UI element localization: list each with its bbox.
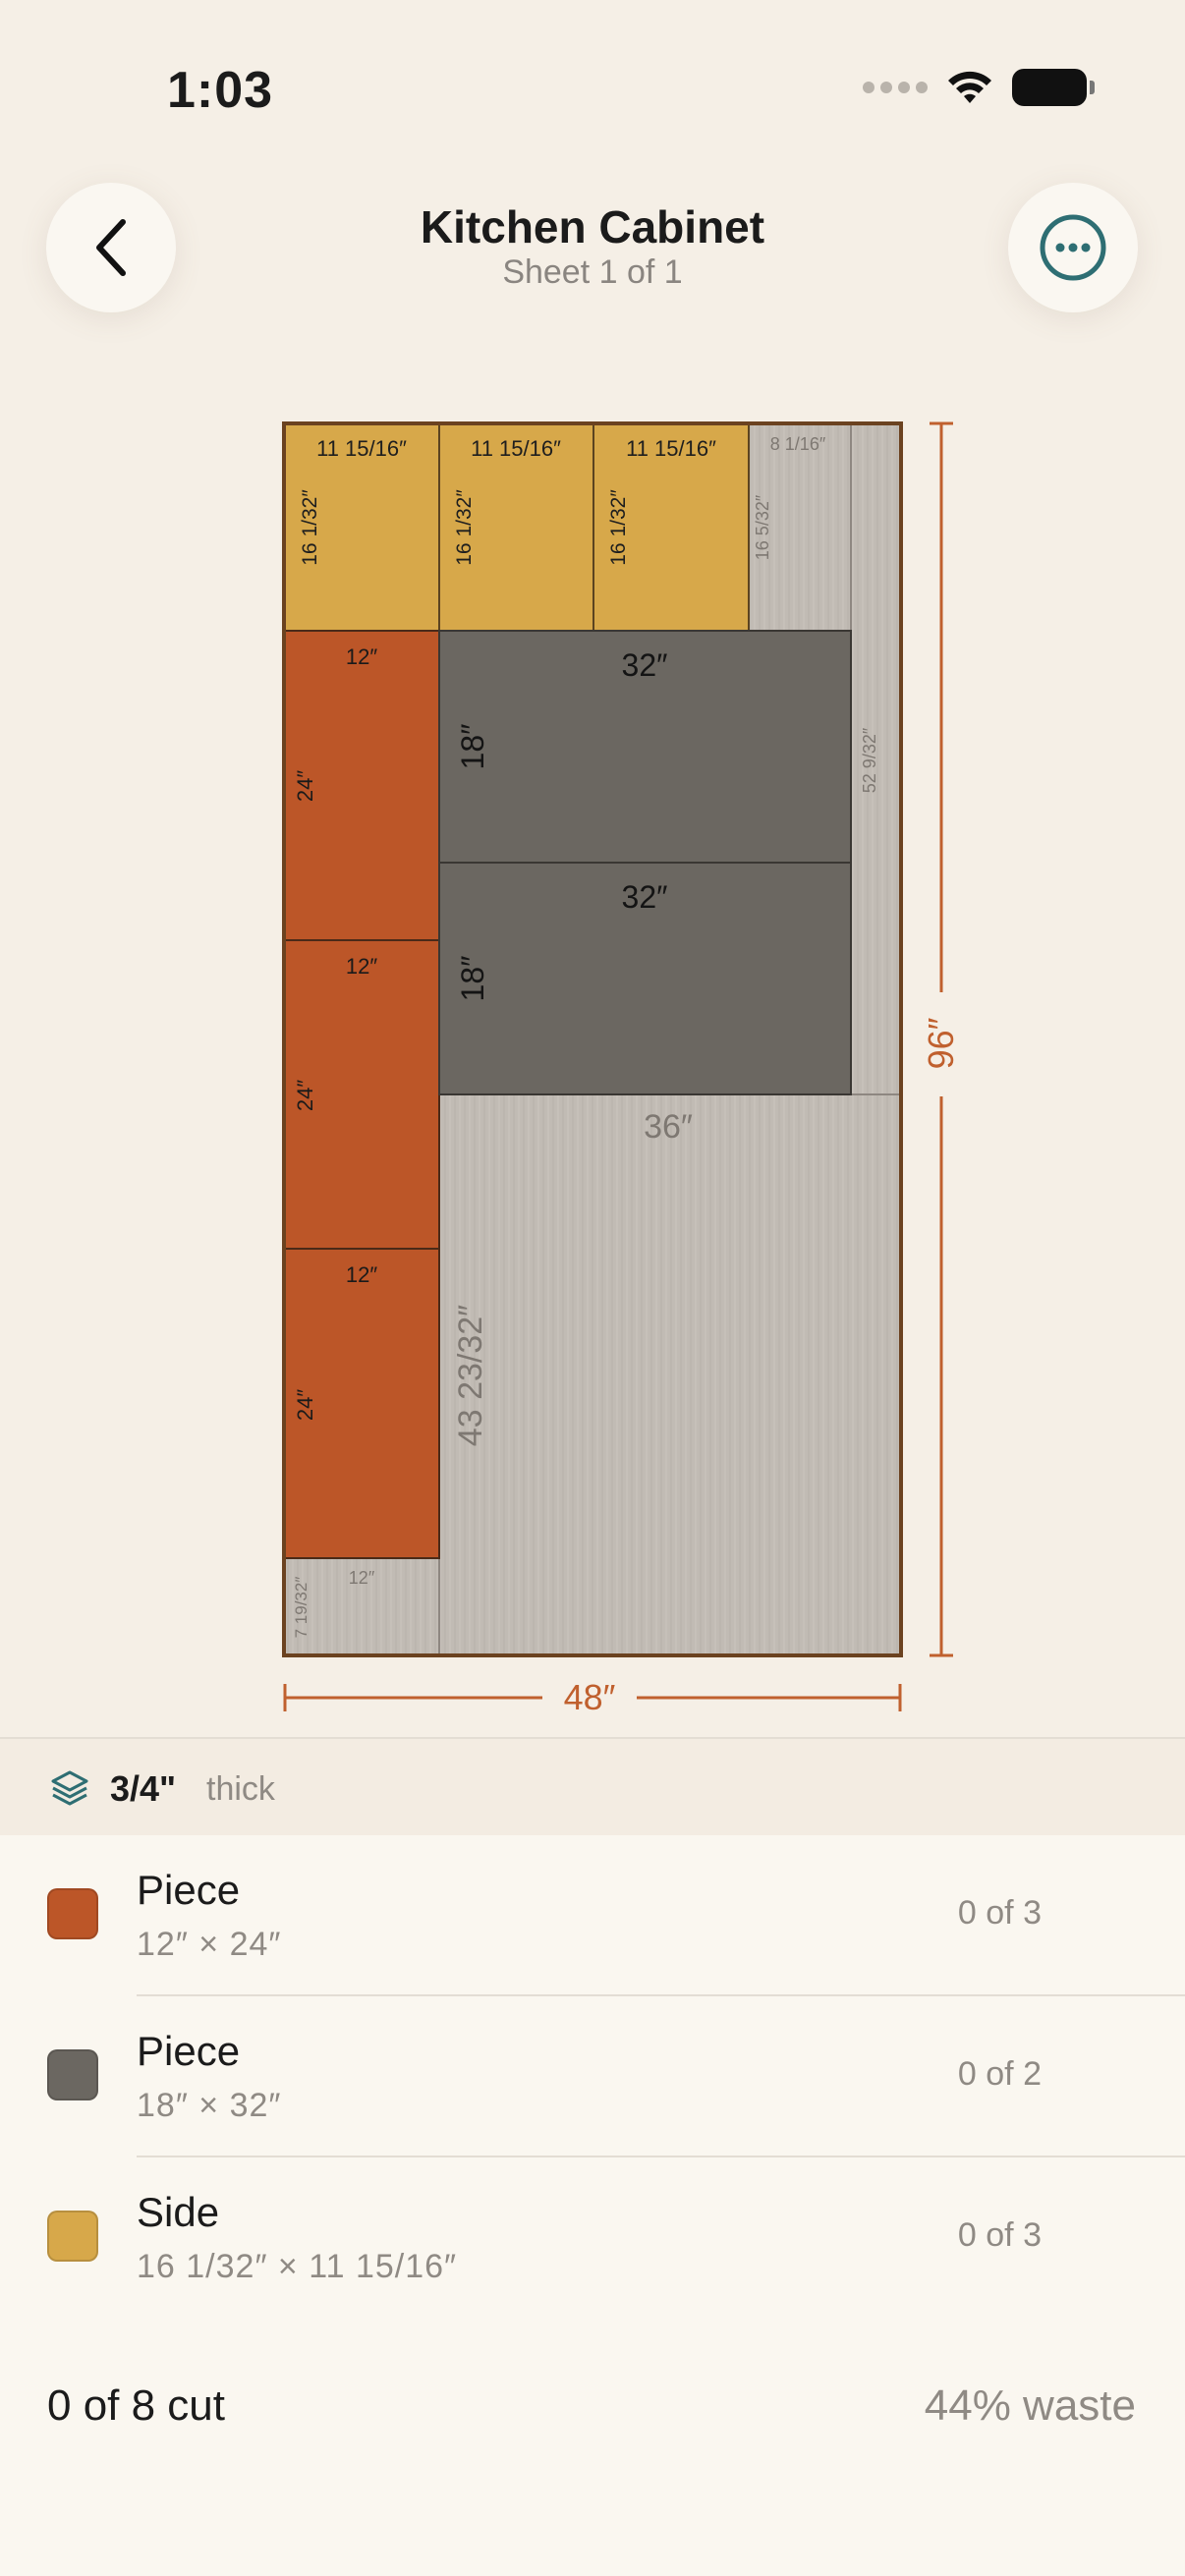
piece-12x24-3-width-label: 12″ xyxy=(346,1262,377,1287)
thickness-value: 3/4" xyxy=(110,1768,177,1809)
piece-dimensions: 12″ × 24″ xyxy=(137,1926,282,1963)
piece-18x32-2-height-label: 18″ xyxy=(455,956,490,1002)
side-1-width-label: 11 15/16″ xyxy=(316,436,407,461)
piece-count: 0 of 3 xyxy=(957,2216,1042,2254)
side-3-height-label: 16 1/32″ xyxy=(607,489,630,566)
piece-18x32-1-width-label: 32″ xyxy=(622,647,668,683)
piece-12x24-1-height-label: 24″ xyxy=(293,770,317,802)
piece-12x24-3-height-label: 24″ xyxy=(293,1389,317,1421)
piece-12x24-2-width-label: 12″ xyxy=(346,954,377,979)
piece-name: Piece xyxy=(137,2028,241,2074)
sheet-height-label: 96″ xyxy=(921,1017,961,1069)
piece-count: 0 of 2 xyxy=(957,2055,1042,2093)
offcut-large-width-label: 36″ xyxy=(644,1108,693,1146)
color-swatch xyxy=(47,2211,98,2262)
waste-percentage: 44% waste xyxy=(924,2381,1136,2430)
list-item[interactable]: Piece 18″ × 32″ 0 of 2 xyxy=(0,1996,1185,2157)
cut-layout-diagram: 11 15/16″ 16 1/32″ 11 15/16″ 16 1/32″ 11… xyxy=(282,421,961,1717)
side-3-width-label: 11 15/16″ xyxy=(626,436,716,461)
offcut-large xyxy=(438,1093,901,1655)
layers-icon xyxy=(51,1770,88,1806)
list-item[interactable]: Side 16 1/32″ × 11 15/16″ 0 of 3 xyxy=(0,2157,1185,2319)
piece-12x24-2-height-label: 24″ xyxy=(293,1080,317,1111)
piece-name: Piece xyxy=(137,1867,241,1913)
piece-18x32-1-height-label: 18″ xyxy=(455,724,490,770)
side-2-width-label: 11 15/16″ xyxy=(471,436,561,461)
offcut-top-width-label: 8 1/16″ xyxy=(770,434,826,454)
pieces-list: Piece 12″ × 24″ 0 of 3 Piece 18″ × 32″ 0… xyxy=(0,1835,1185,2576)
thickness-label: thick xyxy=(206,1770,275,1808)
piece-count: 0 of 3 xyxy=(957,1894,1042,1932)
material-thickness-bar: 3/4" thick xyxy=(0,1737,1185,1837)
piece-18x32-2-width-label: 32″ xyxy=(622,879,668,915)
piece-name: Side xyxy=(137,2189,220,2235)
list-item[interactable]: Piece 12″ × 24″ 0 of 3 xyxy=(0,1835,1185,1996)
piece-dimensions: 16 1/32″ × 11 15/16″ xyxy=(137,2248,458,2285)
offcut-large-height-label: 43 23/32″ xyxy=(452,1305,489,1446)
color-swatch xyxy=(47,1888,98,1939)
sheet-width-label: 48″ xyxy=(564,1677,616,1717)
offcut-bottom-left-height-label: 7 19/32″ xyxy=(292,1577,310,1639)
piece-dimensions: 18″ × 32″ xyxy=(137,2087,282,2124)
piece-12x24-1-width-label: 12″ xyxy=(346,644,377,669)
offcut-top-height-label: 16 5/32″ xyxy=(753,494,772,560)
offcut-right-height-label: 52 9/32″ xyxy=(860,727,879,793)
side-1-height-label: 16 1/32″ xyxy=(299,489,321,566)
cut-progress: 0 of 8 cut xyxy=(47,2381,226,2430)
side-2-height-label: 16 1/32″ xyxy=(453,489,476,566)
offcut-bottom-left-width-label: 12″ xyxy=(349,1568,375,1588)
color-swatch xyxy=(47,2049,98,2100)
